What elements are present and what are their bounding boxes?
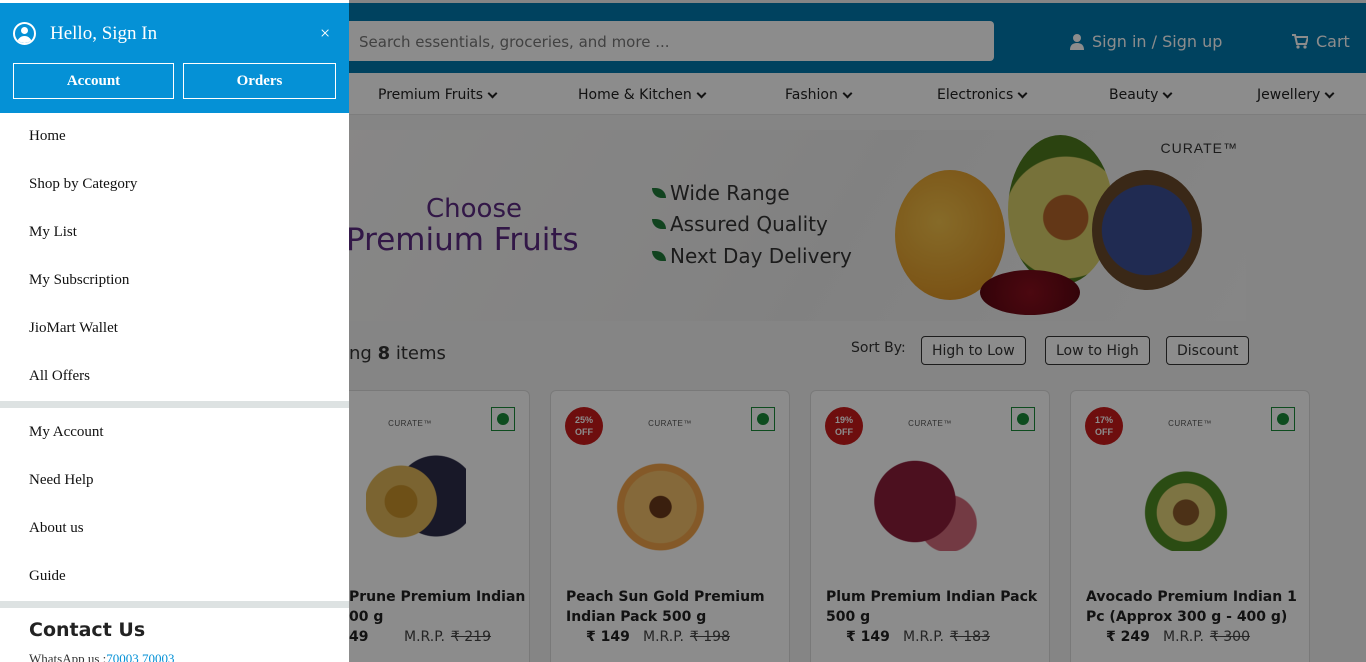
menu-item-my-subscription[interactable]: My Subscription bbox=[29, 272, 129, 289]
menu-item-shop-by-category[interactable]: Shop by Category bbox=[29, 176, 137, 193]
whatsapp-number-link[interactable]: 70003 70003 bbox=[106, 651, 174, 662]
orders-button[interactable]: Orders bbox=[183, 63, 336, 99]
close-icon[interactable]: × bbox=[320, 23, 330, 44]
whatsapp-contact: WhatsApp us :70003 70003 bbox=[29, 651, 175, 662]
menu-item-about-us[interactable]: About us bbox=[29, 520, 84, 537]
whatsapp-label: WhatsApp us : bbox=[29, 651, 107, 662]
menu-item-all-offers[interactable]: All Offers bbox=[29, 368, 90, 385]
menu-item-jiomart-wallet[interactable]: JioMart Wallet bbox=[29, 320, 118, 337]
menu-item-my-list[interactable]: My List bbox=[29, 224, 77, 241]
menu-item-home[interactable]: Home bbox=[29, 128, 66, 145]
menu-divider bbox=[0, 601, 349, 608]
menu-item-my-account[interactable]: My Account bbox=[29, 424, 104, 441]
drawer-header: Hello, Sign In × Account Orders bbox=[0, 3, 349, 113]
dim-overlay[interactable] bbox=[349, 0, 1366, 662]
greeting-text: Hello, Sign In bbox=[50, 23, 158, 44]
user-icon bbox=[13, 22, 36, 45]
menu-divider bbox=[0, 401, 349, 408]
contact-us-heading: Contact Us bbox=[29, 619, 146, 641]
menu-item-need-help[interactable]: Need Help bbox=[29, 472, 94, 489]
menu-item-guide[interactable]: Guide bbox=[29, 568, 66, 585]
account-button[interactable]: Account bbox=[13, 63, 174, 99]
side-drawer: Hello, Sign In × Account Orders Home Sho… bbox=[0, 0, 349, 662]
